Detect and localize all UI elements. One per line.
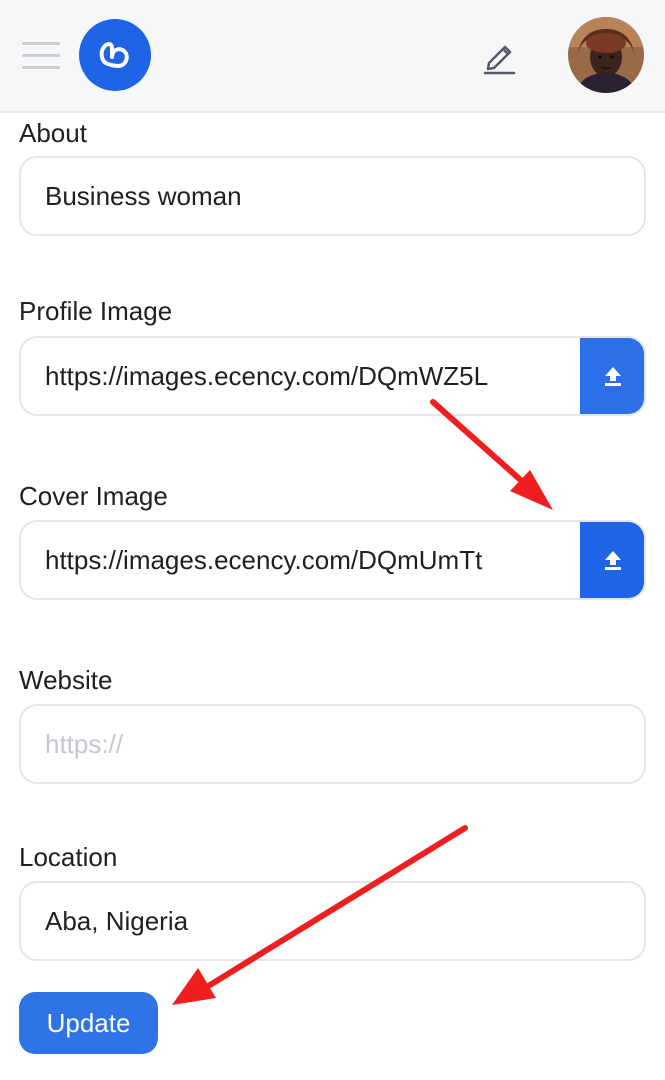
website-label: Website	[19, 665, 113, 695]
cover-image-value: https://images.ecency.com/DQmUmTt	[45, 544, 483, 575]
cover-image-label: Cover Image	[19, 481, 168, 511]
profile-image-label: Profile Image	[19, 296, 173, 326]
top-header	[0, 0, 665, 113]
cover-image-field[interactable]: https://images.ecency.com/DQmUmTt	[19, 520, 646, 600]
website-placeholder: https://	[45, 728, 124, 759]
profile-image-upload-button[interactable]	[580, 338, 644, 414]
about-value: Business woman	[45, 180, 242, 211]
ecency-logo-icon[interactable]	[79, 19, 151, 91]
arrow-to-cover-upload	[430, 399, 553, 510]
about-label: About	[19, 118, 87, 148]
about-field[interactable]: Business woman	[19, 156, 646, 236]
profile-image-value: https://images.ecency.com/DQmWZ5L	[45, 360, 489, 391]
location-value: Aba, Nigeria	[45, 905, 189, 936]
upload-icon	[605, 551, 621, 570]
upload-icon	[605, 367, 621, 386]
update-button[interactable]: Update	[19, 992, 158, 1054]
profile-image-field[interactable]: https://images.ecency.com/DQmWZ5L	[19, 336, 646, 416]
location-field[interactable]: Aba, Nigeria	[19, 881, 646, 961]
user-avatar[interactable]	[568, 17, 644, 93]
pencil-icon[interactable]	[480, 37, 520, 77]
website-field[interactable]: https://	[19, 704, 646, 784]
hamburger-menu-icon[interactable]	[22, 40, 60, 72]
cover-image-upload-button[interactable]	[580, 522, 644, 598]
location-label: Location	[19, 842, 118, 872]
